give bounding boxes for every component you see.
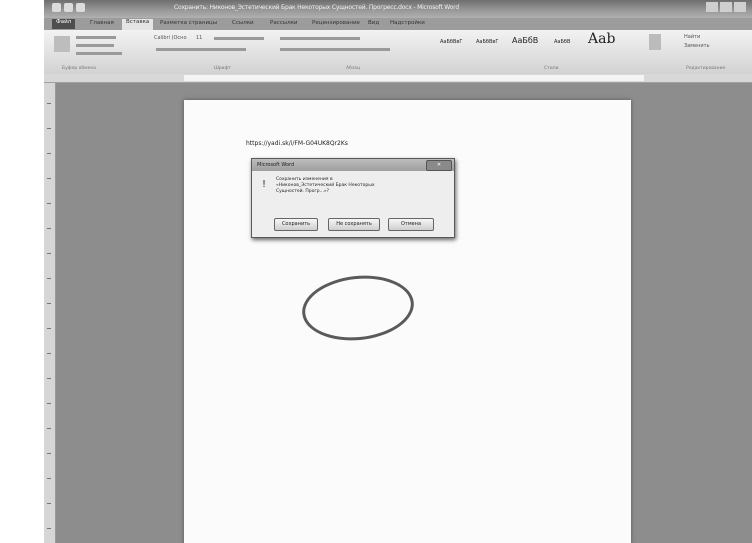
dialog-body: ! Сохранить изменения в «Никонов_Эстетич… — [252, 171, 454, 237]
ribbon-tabs: Файл Главная Вставка Разметка страницы С… — [44, 18, 752, 30]
maximize-icon[interactable] — [720, 2, 732, 12]
save-changes-dialog: Microsoft Word ✕ ! Сохранить изменения в… — [251, 158, 455, 238]
tab-addins[interactable]: Надстройки — [386, 20, 429, 26]
horizontal-ruler[interactable] — [44, 74, 752, 83]
tab-references[interactable]: Ссылки — [228, 20, 258, 26]
paragraph-group-label: Абзац — [346, 66, 361, 71]
paste-icon[interactable] — [54, 36, 70, 52]
font-size-box[interactable]: 11 — [196, 35, 202, 41]
find-button[interactable]: Найти — [684, 34, 700, 40]
window-title: Сохранить: Никонов_Эстетический Брак Нек… — [174, 4, 459, 11]
undo-icon[interactable] — [76, 3, 85, 12]
tab-home[interactable]: Главная — [86, 20, 118, 26]
title-bar: Сохранить: Никонов_Эстетический Брак Нек… — [44, 0, 752, 18]
style-no-spacing[interactable]: АаБбВвГ — [476, 39, 498, 45]
quick-access-toolbar[interactable] — [52, 3, 85, 12]
save-icon[interactable] — [64, 3, 73, 12]
style-title[interactable]: Aab — [588, 31, 615, 47]
document-url-text[interactable]: https://yadi.sk/i/FM-G04UK8Qr2Ks — [246, 140, 348, 147]
tab-review[interactable]: Рецензирование — [308, 20, 364, 26]
copy-button[interactable] — [76, 44, 114, 47]
list-buttons[interactable] — [280, 37, 360, 40]
clipboard-group-label: Буфер обмена — [62, 66, 97, 71]
close-icon[interactable] — [734, 2, 746, 12]
replace-button[interactable]: Заменить — [684, 43, 710, 49]
style-normal[interactable]: АаБбВвГ — [440, 39, 462, 45]
style-heading-1[interactable]: АаБбВ — [512, 36, 538, 45]
word-icon[interactable] — [52, 3, 61, 12]
tab-insert[interactable]: Вставка — [122, 19, 154, 30]
cancel-button[interactable]: Отмена — [388, 218, 434, 231]
font-grow-shrink-buttons[interactable] — [214, 37, 264, 40]
minimize-icon[interactable] — [706, 2, 718, 12]
change-styles-icon[interactable] — [649, 34, 661, 50]
window-controls[interactable] — [706, 2, 746, 12]
save-button[interactable]: Сохранить — [274, 218, 318, 231]
dialog-message-line: Сущностей. Прогр...»? — [276, 189, 330, 194]
editing-group-label: Редактирование — [686, 66, 726, 71]
dialog-message: Сохранить изменения в «Никонов_Эстетичес… — [276, 177, 446, 195]
tab-mailings[interactable]: Рассылки — [266, 20, 302, 26]
style-heading-2[interactable]: АаБбВ — [554, 39, 570, 45]
bold-italic-underline-buttons[interactable] — [156, 48, 246, 51]
tab-view[interactable]: Вид — [364, 20, 383, 26]
dont-save-button[interactable]: Не сохранять — [328, 218, 380, 231]
left-margin — [0, 0, 44, 543]
styles-group-label: Стили — [544, 66, 559, 71]
screenshot: Сохранить: Никонов_Эстетический Брак Нек… — [0, 0, 752, 543]
ribbon: Calibri (Осно 11 АаБбВвГ АаБбВвГ АаБбВ А… — [44, 30, 752, 75]
ruler-text-area — [184, 75, 644, 81]
warning-icon: ! — [262, 179, 267, 190]
font-name-box[interactable]: Calibri (Осно — [154, 35, 187, 41]
font-group-label: Шрифт — [214, 66, 232, 71]
format-painter-button[interactable] — [76, 52, 122, 55]
dialog-title-bar: Microsoft Word ✕ — [252, 159, 454, 171]
cut-button[interactable] — [76, 36, 116, 39]
tab-file[interactable]: Файл — [52, 19, 76, 29]
dialog-close-icon[interactable]: ✕ — [426, 160, 452, 171]
alignment-buttons[interactable] — [280, 48, 390, 51]
vertical-ruler[interactable] — [44, 83, 56, 543]
tab-layout[interactable]: Разметка страницы — [156, 20, 221, 26]
dialog-title: Microsoft Word — [257, 162, 295, 168]
